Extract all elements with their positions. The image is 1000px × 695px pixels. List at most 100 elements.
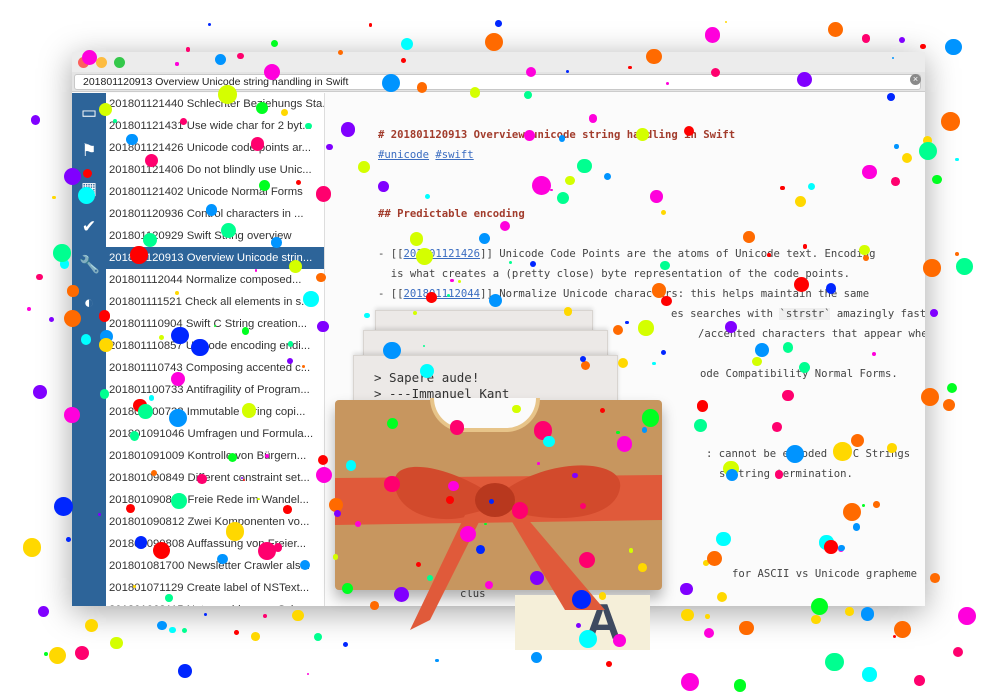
note-list[interactable]: 201801121440 Schlechter Beziehungs Sta..… bbox=[106, 93, 325, 606]
confetti-dot bbox=[435, 658, 440, 663]
confetti-dot bbox=[954, 251, 960, 257]
confetti-dot bbox=[859, 245, 870, 256]
zoom-window-button[interactable] bbox=[114, 57, 125, 68]
confetti-dot bbox=[378, 181, 389, 193]
confetti-dot bbox=[842, 502, 862, 521]
note-list-item[interactable]: 201801121402 Unicode Normal Forms bbox=[106, 181, 324, 203]
confetti-dot bbox=[512, 404, 521, 414]
wrench-icon[interactable]: 🔧 bbox=[79, 255, 100, 275]
confetti-dot bbox=[953, 646, 964, 657]
confetti-dot bbox=[716, 591, 727, 602]
search-input[interactable]: 201801120913 Overview Unicode string han… bbox=[74, 74, 921, 90]
confetti-dot bbox=[563, 307, 572, 316]
editor-line: for ASCII vs Unicode grapheme bbox=[732, 568, 917, 580]
text: ]] Normalize Unicode characters: this he… bbox=[480, 288, 870, 300]
confetti-dot bbox=[342, 641, 348, 647]
confetti-dot bbox=[577, 158, 592, 173]
confetti-dot bbox=[37, 606, 49, 618]
confetti-dot bbox=[703, 627, 715, 639]
note-link[interactable]: 201801112044 bbox=[404, 288, 481, 300]
confetti-dot bbox=[945, 38, 962, 56]
note-list-item[interactable]: 201801090812 Zwei Komponenten vo... bbox=[106, 511, 324, 533]
flag-icon[interactable]: ⚑ bbox=[79, 141, 99, 161]
confetti-dot bbox=[218, 85, 237, 104]
note-list-item[interactable]: 201801100733 Antifragility of Program... bbox=[106, 379, 324, 401]
confetti-dot bbox=[75, 646, 90, 661]
note-list-item[interactable]: 201801090849 Different constraint set... bbox=[106, 467, 324, 489]
note-title-heading: # 201801120913 Overview unicode string h… bbox=[378, 129, 736, 141]
confetti-dot bbox=[67, 285, 79, 297]
confetti-dot bbox=[250, 137, 265, 151]
clear-search-icon[interactable]: × bbox=[910, 74, 921, 85]
note-list-item[interactable]: 201801062115 Nutzerzahlen von Sche... bbox=[106, 599, 324, 606]
text: - [[ bbox=[378, 248, 404, 260]
confetti-dot bbox=[724, 20, 727, 23]
confetti-dot bbox=[271, 237, 282, 248]
confetti-dot bbox=[84, 618, 99, 633]
confetti-dot bbox=[66, 536, 71, 542]
confetti-dot bbox=[914, 675, 926, 687]
confetti-dot bbox=[345, 460, 357, 471]
confetti-dot bbox=[44, 652, 49, 657]
confetti-dot bbox=[214, 53, 226, 65]
confetti-dot bbox=[743, 231, 755, 243]
confetti-dot bbox=[174, 290, 179, 295]
theme-icon[interactable]: ◐ bbox=[79, 293, 99, 313]
note-list-item[interactable]: 201801111521 Check all elements in s... bbox=[106, 291, 324, 313]
tag-link[interactable]: #unicode bbox=[378, 149, 429, 161]
note-list-item[interactable]: 201801121431 Use wide char for 2 byt... bbox=[106, 115, 324, 137]
confetti-dot bbox=[752, 356, 762, 366]
confetti-dot bbox=[368, 23, 372, 27]
note-list-item[interactable]: 201801112044 Normalize composed... bbox=[106, 269, 324, 291]
confetti-dot bbox=[845, 607, 854, 616]
confetti-dot bbox=[426, 291, 438, 303]
confetti-dot bbox=[53, 497, 73, 517]
minimize-window-button[interactable] bbox=[96, 57, 107, 68]
note-link[interactable]: 201801121426 bbox=[404, 248, 481, 260]
confetti-dot bbox=[168, 409, 187, 428]
confetti-dot bbox=[681, 608, 694, 622]
confetti-dot bbox=[618, 357, 629, 368]
note-list-item[interactable]: 201801071129 Create label of NSText... bbox=[106, 577, 324, 599]
confetti-dot bbox=[651, 361, 656, 366]
note-list-item[interactable]: 201801121440 Schlechter Beziehungs Sta..… bbox=[106, 93, 324, 115]
confetti-dot bbox=[488, 293, 502, 307]
note-list-item[interactable]: 201801121406 Do not blindly use Unic... bbox=[106, 159, 324, 181]
note-list-item[interactable]: 201801091009 Kontrolle von Bürgern... bbox=[106, 445, 324, 467]
confetti-dot bbox=[887, 442, 898, 453]
confetti-dot bbox=[484, 33, 504, 52]
confetti-dot bbox=[138, 404, 153, 420]
confetti-dot bbox=[52, 195, 56, 200]
tag-link[interactable]: #swift bbox=[435, 149, 473, 161]
confetti-dot bbox=[638, 320, 654, 336]
inbox-icon[interactable]: ▭ bbox=[79, 103, 99, 123]
confetti-dot bbox=[36, 273, 43, 281]
note-list-item[interactable]: 201801081700 Newsletter Crawler als... bbox=[106, 555, 324, 577]
confetti-dot bbox=[286, 357, 293, 364]
confetti-dot bbox=[292, 609, 304, 621]
confetti-dot bbox=[370, 601, 380, 610]
confetti-dot bbox=[130, 246, 148, 264]
editor-line: is what creates a (pretty close) byte re… bbox=[378, 268, 850, 280]
confetti-dot bbox=[767, 253, 771, 257]
confetti-dot bbox=[704, 27, 721, 44]
note-list-item[interactable]: 201801121426 Unicode code points ar... bbox=[106, 137, 324, 159]
confetti-dot bbox=[833, 442, 852, 461]
confetti-dot bbox=[80, 333, 92, 345]
text: amazingly fast! bbox=[830, 308, 925, 320]
confetti-dot bbox=[98, 310, 111, 322]
text: ]] Unicode Code Points are the atoms of … bbox=[480, 248, 876, 260]
note-list-item[interactable]: 201801120929 Swift String overview bbox=[106, 225, 324, 247]
confetti-dot bbox=[416, 561, 422, 567]
confetti-dot bbox=[217, 553, 228, 565]
confetti-dot bbox=[921, 387, 940, 406]
confetti-dot bbox=[112, 118, 117, 123]
confetti-dot bbox=[887, 92, 896, 101]
confetti-dot bbox=[946, 382, 957, 393]
confetti-dot bbox=[738, 620, 754, 636]
confetti-dot bbox=[929, 309, 938, 318]
checkmark-icon[interactable]: ✔ bbox=[79, 217, 99, 237]
confetti-dot bbox=[469, 87, 481, 98]
confetti-dot bbox=[27, 306, 32, 311]
confetti-dot bbox=[580, 355, 587, 362]
